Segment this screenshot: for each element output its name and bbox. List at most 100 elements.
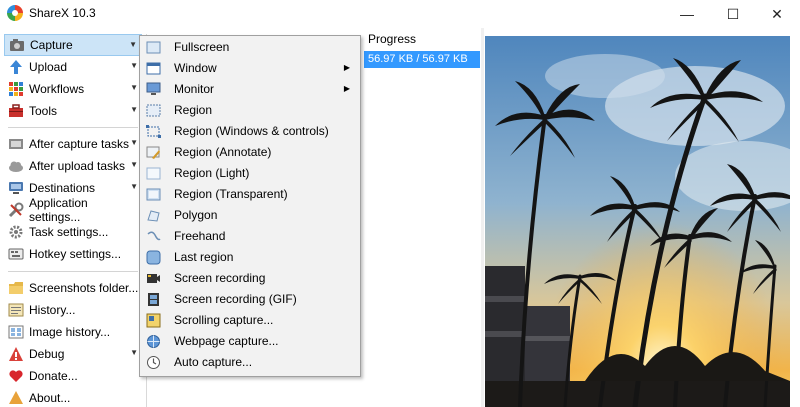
menu-item-label: Screen recording: [174, 271, 266, 285]
menu-separator: [8, 127, 138, 128]
minimize-button[interactable]: —: [664, 0, 710, 28]
cloud-icon: [8, 158, 24, 174]
wrench-icon: [8, 202, 24, 218]
scrolling-capture-icon: [146, 313, 161, 328]
fullscreen-icon: [146, 40, 161, 55]
chevron-right-icon: ▶: [343, 63, 350, 72]
menu-item-region-transparent[interactable]: Region (Transparent): [142, 184, 358, 205]
menu-label: Upload: [29, 60, 68, 74]
chevron-down-icon: ▼: [130, 105, 138, 114]
after-capture-icon: [8, 136, 24, 152]
menu-item-region-windows-controls[interactable]: Region (Windows & controls): [142, 121, 358, 142]
chevron-down-icon: ▼: [130, 83, 138, 92]
menu-item-monitor[interactable]: Monitor ▶: [142, 79, 358, 100]
menu-item-region-light[interactable]: Region (Light): [142, 163, 358, 184]
menu-item-label: Region: [174, 103, 213, 117]
menu-label: Task settings...: [29, 225, 109, 239]
chevron-down-icon: ▼: [130, 348, 138, 357]
menu-item-auto-capture[interactable]: Auto capture...: [142, 352, 358, 373]
sharex-logo-icon: [7, 5, 23, 21]
menu-item-label: Last region: [174, 250, 234, 264]
menu-label: Donate...: [29, 369, 78, 383]
menu-item-region[interactable]: Region: [142, 100, 358, 121]
menu-task-settings[interactable]: Task settings...: [4, 221, 142, 243]
menu-item-label: Window: [174, 61, 217, 75]
region-light-icon: [146, 166, 161, 181]
toolbox-icon: [8, 103, 24, 119]
menu-label: History...: [29, 303, 76, 317]
menu-tools[interactable]: Tools ▼: [4, 100, 142, 122]
menu-label: Application settings...: [29, 196, 88, 224]
progress-cell[interactable]: 56.97 KB / 56.97 KB: [364, 51, 480, 68]
debug-icon: [8, 346, 24, 362]
menu-debug[interactable]: Debug ▼: [4, 343, 142, 365]
menu-label: Hotkey settings...: [29, 247, 122, 261]
menu-item-label: Fullscreen: [174, 40, 230, 54]
chevron-down-icon: ▼: [130, 61, 138, 70]
folder-icon: [8, 280, 24, 296]
menu-label: Destinations: [29, 181, 96, 195]
menu-item-freehand[interactable]: Freehand: [142, 226, 358, 247]
clock-icon: [146, 355, 161, 370]
capture-submenu: Fullscreen Window ▶ Monitor ▶ Region Reg…: [139, 35, 361, 377]
menu-item-label: Region (Transparent): [174, 187, 288, 201]
menu-label: Image history...: [29, 325, 111, 339]
menu-item-screen-recording-gif[interactable]: Screen recording (GIF): [142, 289, 358, 310]
menu-about[interactable]: About...: [4, 387, 142, 407]
menu-hotkey-settings[interactable]: Hotkey settings...: [4, 243, 142, 265]
region-controls-icon: [146, 124, 161, 139]
close-button[interactable]: ✕: [754, 0, 800, 28]
menu-separator: [8, 271, 138, 272]
polygon-icon: [146, 208, 161, 223]
menu-item-label: Webpage capture...: [174, 334, 279, 348]
chevron-down-icon: ▼: [130, 138, 138, 147]
menu-application-settings[interactable]: Application settings...: [4, 196, 142, 224]
menu-after-capture-tasks[interactable]: After capture tasks ▼: [4, 133, 142, 155]
menu-item-label: Scrolling capture...: [174, 313, 274, 327]
upload-arrow-icon: [8, 59, 24, 75]
menu-item-region-annotate[interactable]: Region (Annotate): [142, 142, 358, 163]
menu-item-last-region[interactable]: Last region: [142, 247, 358, 268]
menu-item-label: Region (Light): [174, 166, 250, 180]
menu-upload[interactable]: Upload ▼: [4, 56, 142, 78]
title-bar: ShareX 10.3 — ☐ ✕: [0, 0, 800, 28]
menu-item-label: Freehand: [174, 229, 226, 243]
monitor-icon: [146, 82, 161, 97]
menu-image-history[interactable]: Image history...: [4, 321, 142, 343]
last-region-icon: [146, 250, 161, 265]
annotate-icon: [146, 145, 161, 160]
menu-history[interactable]: History...: [4, 299, 142, 321]
chevron-down-icon: ▼: [129, 40, 137, 49]
menu-item-screen-recording[interactable]: Screen recording: [142, 268, 358, 289]
menu-after-upload-tasks[interactable]: After upload tasks ▼: [4, 155, 142, 177]
film-icon: [146, 292, 161, 307]
menu-item-webpage-capture[interactable]: Webpage capture...: [142, 331, 358, 352]
chevron-right-icon: ▶: [343, 84, 350, 93]
menu-item-fullscreen[interactable]: Fullscreen: [142, 37, 358, 58]
menu-label: Screenshots folder...: [29, 281, 139, 295]
main-menu: Capture ▼ Upload ▼ Workflows ▼ Tools ▼ A…: [2, 34, 147, 407]
menu-screenshots-folder[interactable]: Screenshots folder...: [4, 277, 142, 299]
menu-workflows[interactable]: Workflows ▼: [4, 78, 142, 100]
destinations-icon: [8, 180, 24, 196]
menu-item-polygon[interactable]: Polygon: [142, 205, 358, 226]
chevron-down-icon: ▼: [130, 182, 138, 191]
progress-column-header[interactable]: Progress: [368, 32, 416, 46]
about-icon: [8, 390, 24, 406]
menu-capture[interactable]: Capture ▼: [4, 34, 142, 56]
menu-label: Debug: [29, 347, 65, 361]
menu-item-scrolling-capture[interactable]: Scrolling capture...: [142, 310, 358, 331]
video-camera-icon: [146, 271, 161, 286]
menu-item-label: Region (Windows & controls): [174, 124, 329, 138]
history-icon: [8, 302, 24, 318]
maximize-button[interactable]: ☐: [710, 0, 756, 28]
menu-item-window[interactable]: Window ▶: [142, 58, 358, 79]
chevron-down-icon: ▼: [130, 160, 138, 169]
menu-donate[interactable]: Donate...: [4, 365, 142, 387]
splitter[interactable]: [481, 28, 484, 407]
menu-item-label: Screen recording (GIF): [174, 292, 297, 306]
window-title: ShareX 10.3: [29, 6, 96, 20]
menu-label: About...: [29, 391, 71, 405]
menu-label: Workflows: [29, 82, 85, 96]
menu-item-label: Monitor: [174, 82, 215, 96]
